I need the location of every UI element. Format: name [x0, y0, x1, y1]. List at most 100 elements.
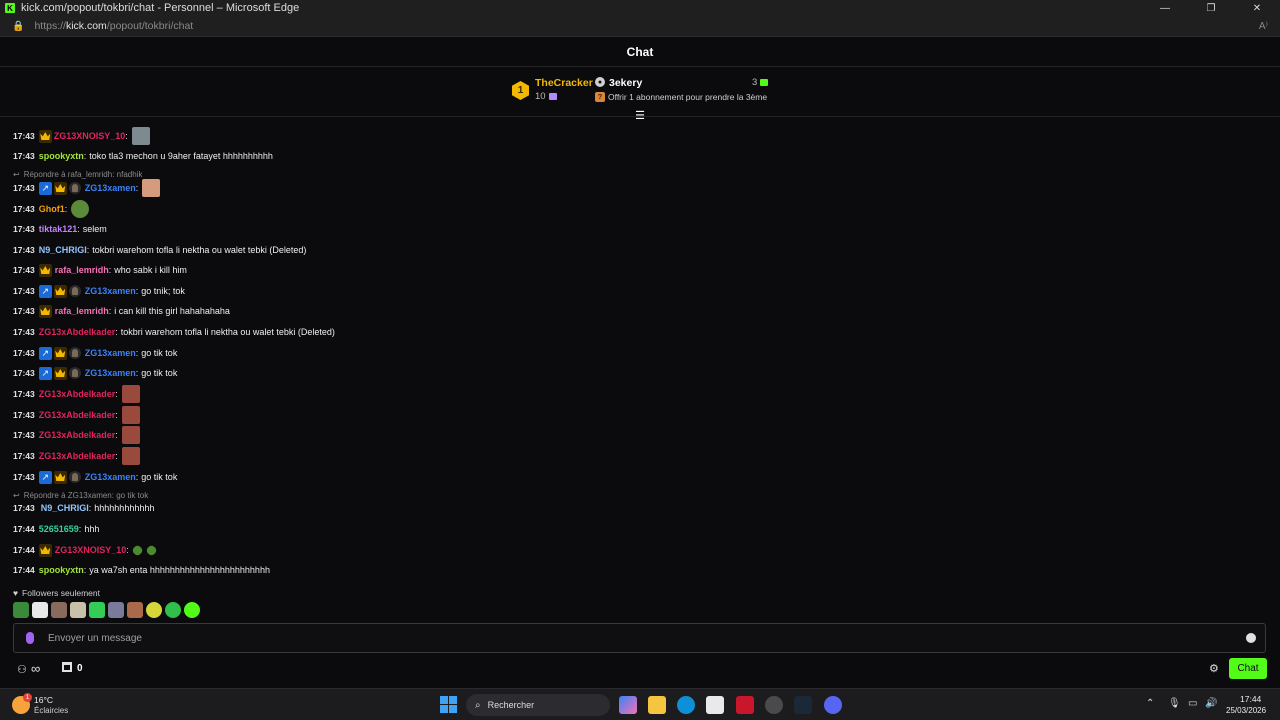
message-username[interactable]: N9_CHRIGI	[39, 245, 87, 255]
pickle-emote-icon	[144, 543, 158, 557]
emoji-picker-icon[interactable]	[1246, 633, 1256, 643]
network-icon[interactable]: ▭	[1188, 698, 1197, 709]
address-bar[interactable]: 🔒 https:// kick.com /popout/tokbri/chat …	[0, 16, 1280, 37]
acrobat-icon[interactable]	[736, 696, 754, 714]
microphone-tray-icon[interactable]: 🎙	[1168, 698, 1181, 709]
microphone-icon[interactable]	[26, 632, 34, 644]
message-username[interactable]: ZG13xamen	[85, 286, 136, 296]
edge-icon[interactable]	[677, 696, 695, 714]
emote-icon[interactable]	[184, 602, 200, 618]
chat-message: 17:43 ZG13xAbdelkader :	[13, 405, 140, 425]
message-username[interactable]: 52651659	[39, 524, 79, 534]
emote-icon[interactable]	[70, 602, 86, 618]
emote-icon[interactable]	[108, 602, 124, 618]
message-input[interactable]	[48, 632, 1246, 644]
emote-icon[interactable]	[89, 602, 105, 618]
copilot-icon[interactable]	[619, 696, 637, 714]
gear-icon[interactable]: ⚙	[1209, 662, 1219, 675]
steam-icon[interactable]	[794, 696, 812, 714]
emote-icon	[131, 127, 150, 145]
message-input-box[interactable]	[13, 623, 1266, 653]
second-gifter-name[interactable]: 3ekery	[609, 77, 642, 89]
message-username[interactable]: ZG13xAbdelkader	[39, 430, 116, 440]
users-icon[interactable]: ⚇	[17, 663, 27, 676]
message-username[interactable]: ZG13xAbdelkader	[39, 410, 116, 420]
emote-icon[interactable]	[127, 602, 143, 618]
message-username[interactable]: ZG13XNOISY_10	[54, 131, 126, 141]
message-username[interactable]: ZG13xAbdelkader	[39, 451, 116, 461]
message-text: hhh	[84, 524, 100, 534]
subscriber-badge-icon	[53, 470, 67, 484]
chat-message: 17:44 52651659 : hhh	[13, 524, 100, 534]
chat-message: 17:43 ↗ ZG13xamen :	[13, 178, 161, 198]
chevron-up-icon[interactable]: ⌃	[1146, 698, 1154, 709]
message-text: tokbri warehom tofla li nektha ou walet …	[92, 245, 307, 255]
top-gifter-name[interactable]: TheCracker	[535, 77, 593, 89]
message-text: toko tla3 mechon u 9aher fatayet hhhhhhh…	[89, 151, 273, 161]
face-emote-icon	[121, 426, 140, 444]
message-username[interactable]: rafa_lemridh	[55, 265, 109, 275]
chat-message: 17:43 ZG13xAbdelkader :	[13, 425, 140, 445]
store-icon[interactable]	[62, 662, 72, 672]
message-username[interactable]: ZG13xAbdelkader	[39, 327, 116, 337]
window-title: kick.com/popout/tokbri/chat - Personnel …	[21, 2, 300, 14]
message-username[interactable]: tiktak121	[39, 224, 78, 234]
start-button-icon[interactable]	[440, 696, 457, 713]
message-username[interactable]: Ghof1	[39, 204, 65, 214]
emote-icon[interactable]	[13, 602, 29, 618]
face-emote-icon	[121, 447, 140, 465]
message-text: go tik tok	[141, 368, 178, 378]
face-emote-icon	[121, 385, 140, 403]
emote-icon[interactable]	[165, 602, 181, 618]
chat-messages: 17:43 ZG13XNOISY_10 : 17:43 spookyxtn : …	[0, 124, 1280, 584]
agent-badge-icon	[68, 285, 81, 297]
gift-offer-icon: ?	[595, 92, 605, 102]
discord-icon[interactable]	[824, 696, 842, 714]
message-username[interactable]: N9_CHRIGI	[41, 503, 89, 513]
minimize-button[interactable]: —	[1142, 0, 1188, 16]
message-username[interactable]: spookyxtn	[39, 151, 84, 161]
message-username[interactable]: spookyxtn	[39, 565, 84, 575]
taskbar-search[interactable]: ⌕ Rechercher	[466, 694, 610, 716]
chat-message: 17:43 ↗ ZG13xamen : go tik tok	[13, 346, 178, 360]
message-text: ya wa7sh enta hhhhhhhhhhhhhhhhhhhhhhhh	[89, 565, 270, 575]
gift-offer-text[interactable]: Offrir 1 abonnement pour prendre la 3ème	[608, 92, 767, 102]
read-aloud-icon[interactable]: A⁾	[1259, 21, 1268, 32]
weather-description: Éclaircies	[34, 706, 69, 715]
emote-icon[interactable]	[32, 602, 48, 618]
volume-icon[interactable]: 🔊	[1205, 698, 1217, 709]
message-username[interactable]: ZG13xamen	[85, 472, 136, 482]
message-username[interactable]: ZG13xamen	[85, 368, 136, 378]
boost-badge-icon: ↗	[38, 181, 52, 195]
emote-icon[interactable]	[51, 602, 67, 618]
store-app-icon[interactable]	[706, 696, 724, 714]
windows-taskbar: 1 16°C Éclaircies ⌕ Rechercher ⌃ 🎙 ▭ 🔊 1…	[0, 688, 1280, 720]
chat-message: 17:43 spookyxtn : toko tla3 mechon u 9ah…	[13, 151, 273, 161]
chat-send-button[interactable]: Chat	[1229, 658, 1267, 679]
clock-date[interactable]: 25/03/2026	[1226, 706, 1266, 715]
message-username[interactable]: ZG13XNOISY_10	[55, 545, 127, 555]
browser-window: K kick.com/popout/tokbri/chat - Personne…	[0, 0, 1280, 720]
file-explorer-icon[interactable]	[648, 696, 666, 714]
message-username[interactable]: ZG13xamen	[85, 348, 136, 358]
close-button[interactable]: ✕	[1234, 0, 1280, 16]
message-username[interactable]: ZG13xamen	[85, 183, 136, 193]
infinity-icon[interactable]: ∞	[31, 661, 40, 676]
clock-time[interactable]: 17:44	[1240, 694, 1261, 704]
gift-leaderboard: 1 TheCracker 10 ● 3ekery 3 ? Offrir 1 ab…	[0, 68, 1280, 122]
restore-button[interactable]: ❐	[1188, 0, 1234, 16]
heart-icon: ♥	[13, 588, 19, 598]
chat-message: 17:43 ZG13xAbdelkader : tokbri warehom t…	[13, 327, 335, 337]
scroll-down-icon[interactable]: ☰	[634, 111, 646, 122]
emote-icon[interactable]	[146, 602, 162, 618]
subscriber-badge-icon	[53, 346, 67, 360]
lock-icon[interactable]: 🔒	[12, 21, 24, 32]
url-scheme: https://	[34, 20, 66, 32]
boost-badge-icon: ↗	[38, 470, 52, 484]
message-username[interactable]: rafa_lemridh	[55, 306, 109, 316]
chat-message: 17:43 ZG13xAbdelkader :	[13, 384, 140, 404]
app-icon[interactable]	[765, 696, 783, 714]
agent-badge-icon	[68, 182, 81, 194]
face-emote-icon	[121, 406, 140, 424]
message-username[interactable]: ZG13xAbdelkader	[39, 389, 116, 399]
